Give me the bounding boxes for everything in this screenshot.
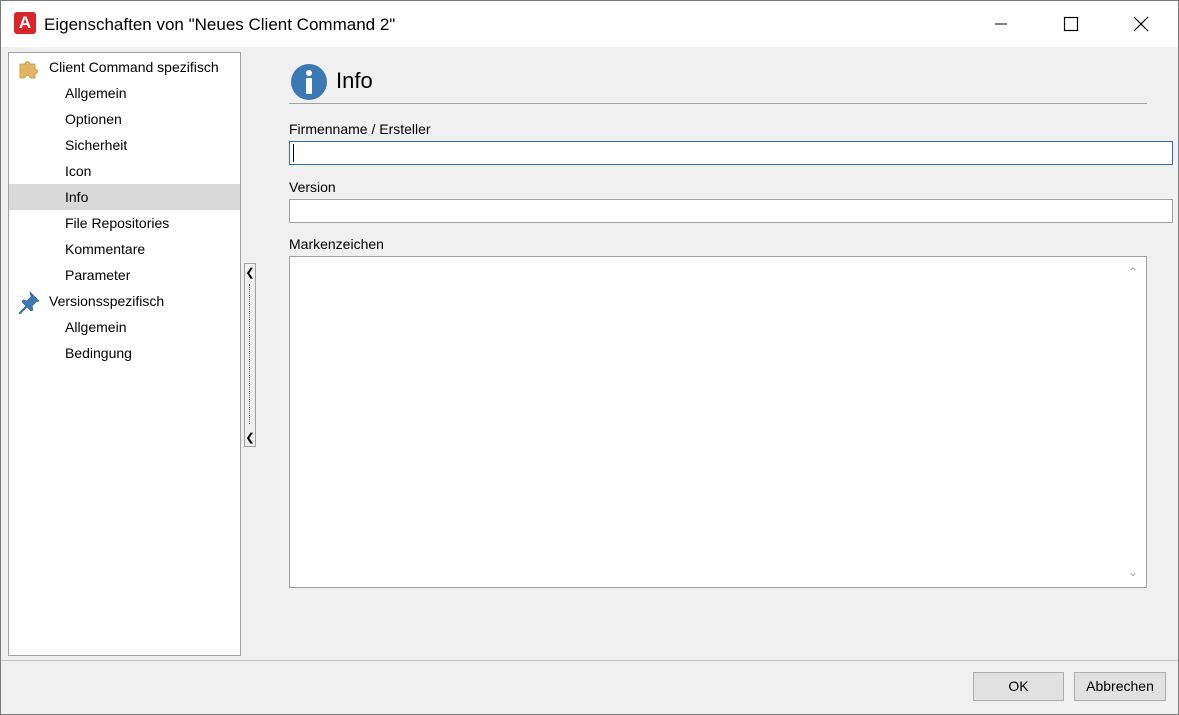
- scroll-down-icon[interactable]: ⌄: [1126, 565, 1140, 579]
- tree-item-optionen[interactable]: Optionen: [9, 106, 240, 132]
- tree-item-bedingung[interactable]: Bedingung: [9, 340, 240, 366]
- maximize-icon: [1063, 16, 1079, 32]
- tree-item-label: Kommentare: [65, 241, 146, 257]
- pin-icon: [18, 291, 40, 314]
- navigation-tree[interactable]: Client Command spezifisch Allgemein Opti…: [8, 52, 241, 656]
- company-field[interactable]: [289, 141, 1173, 165]
- tree-item-allgemein-version[interactable]: Allgemein: [9, 314, 240, 340]
- title-bar[interactable]: A Eigenschaften von "Neues Client Comman…: [1, 1, 1178, 47]
- window-title: Eigenschaften von "Neues Client Command …: [44, 15, 396, 34]
- tree-item-label: Sicherheit: [65, 137, 128, 153]
- properties-dialog: A Eigenschaften von "Neues Client Comman…: [0, 0, 1179, 715]
- trademark-label: Markenzeichen: [289, 236, 384, 252]
- minimize-icon: [995, 23, 1007, 25]
- app-logo-icon: A: [14, 12, 36, 34]
- tree-item-versionsspezifisch[interactable]: Versionsspezifisch: [9, 288, 240, 314]
- tree-item-label: Client Command spezifisch: [49, 59, 219, 75]
- tree-item-label: Allgemein: [65, 85, 127, 101]
- tree-item-file-repositories[interactable]: File Repositories: [9, 210, 240, 236]
- tree-item-sicherheit[interactable]: Sicherheit: [9, 132, 240, 158]
- splitter-grip: [249, 284, 250, 424]
- footer-divider: [1, 660, 1178, 661]
- close-icon: [1133, 16, 1149, 32]
- vertical-scrollbar[interactable]: ⌃ ⌄: [1120, 257, 1146, 587]
- tree-item-label: File Repositories: [65, 215, 170, 231]
- tree-item-client-command-spezifisch[interactable]: Client Command spezifisch: [9, 54, 240, 80]
- ok-button[interactable]: OK: [973, 672, 1064, 701]
- maximize-button[interactable]: [1036, 1, 1106, 47]
- collapse-left-icon[interactable]: ❮: [245, 266, 255, 279]
- minimize-button[interactable]: [966, 1, 1036, 47]
- tree-item-kommentare[interactable]: Kommentare: [9, 236, 240, 262]
- company-label: Firmenname / Ersteller: [289, 121, 431, 137]
- tree-item-icon[interactable]: Icon: [9, 158, 240, 184]
- trademark-textarea[interactable]: ⌃ ⌄: [289, 256, 1147, 588]
- info-icon: [291, 64, 327, 100]
- tree-item-info[interactable]: Info: [9, 184, 240, 210]
- close-button[interactable]: [1106, 1, 1176, 47]
- tree-item-allgemein[interactable]: Allgemein: [9, 80, 240, 106]
- collapse-left-icon[interactable]: ❮: [245, 431, 255, 444]
- tree-item-label: Parameter: [65, 267, 131, 283]
- tree-item-label: Optionen: [65, 111, 122, 127]
- tree-item-label: Bedingung: [65, 345, 132, 361]
- cancel-button[interactable]: Abbrechen: [1074, 672, 1166, 701]
- puzzle-icon: [19, 61, 38, 79]
- tree-item-label: Allgemein: [65, 319, 127, 335]
- tree-item-label: Versionsspezifisch: [49, 293, 165, 309]
- page-title: Info: [336, 68, 373, 93]
- version-field[interactable]: [289, 199, 1173, 223]
- panel-splitter[interactable]: ❮ ❮: [244, 263, 256, 447]
- scroll-up-icon[interactable]: ⌃: [1126, 265, 1140, 279]
- text-cursor: [293, 144, 294, 162]
- tree-item-label: Icon: [65, 163, 92, 179]
- tree-item-parameter[interactable]: Parameter: [9, 262, 240, 288]
- header-divider: [289, 103, 1147, 104]
- version-label: Version: [289, 179, 336, 195]
- tree-item-label: Info: [65, 189, 89, 205]
